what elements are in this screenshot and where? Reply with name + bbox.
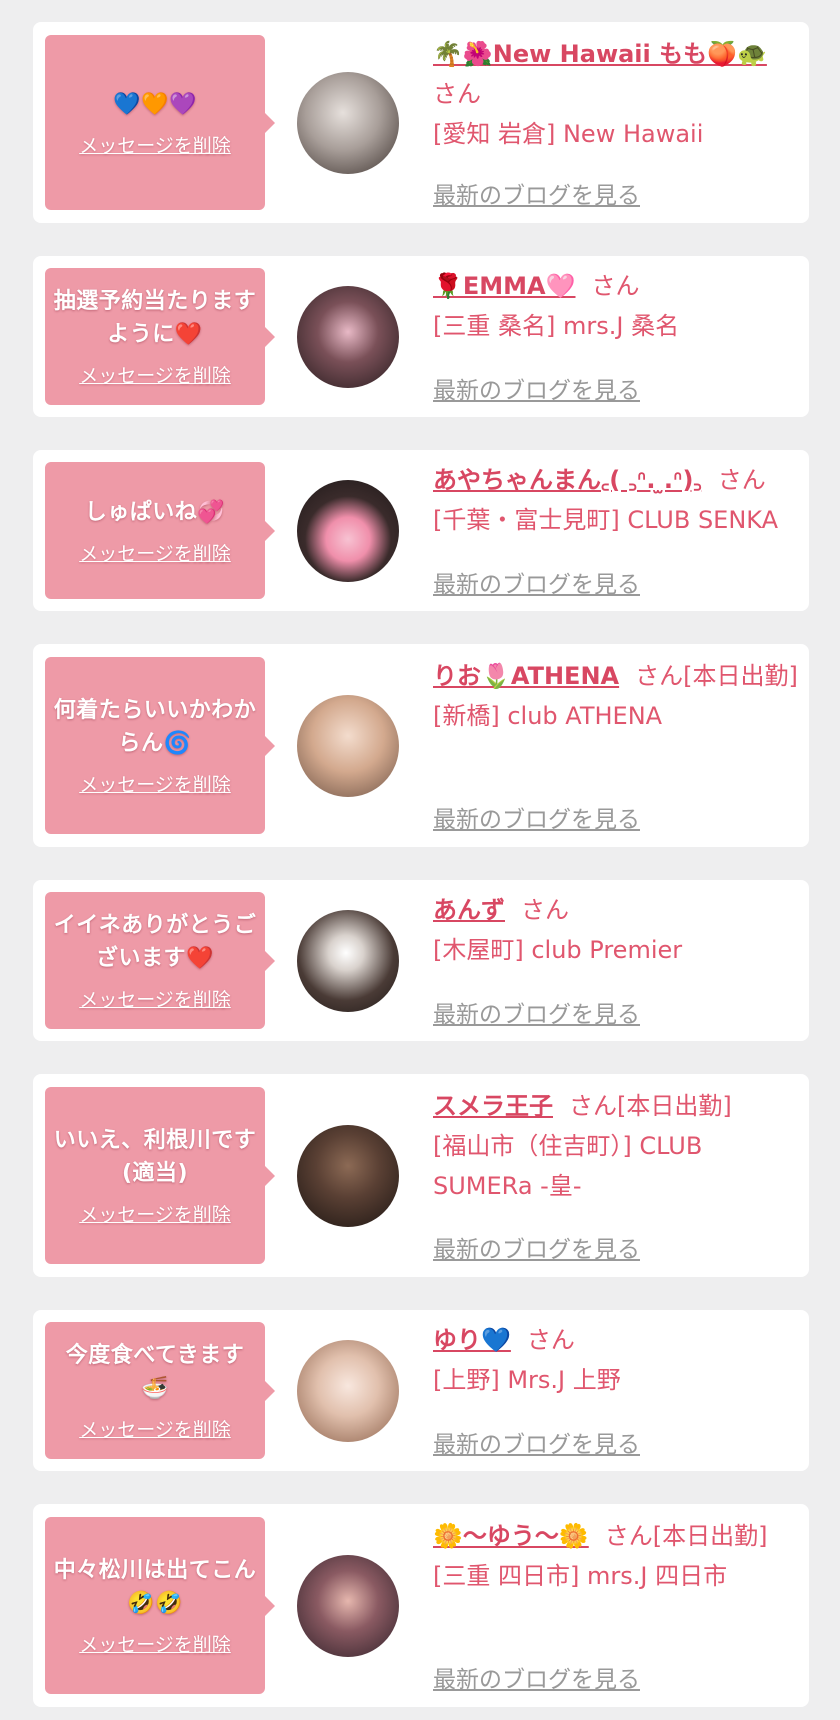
shop-location: [上野] Mrs.J 上野: [433, 1366, 621, 1394]
profile-name-link[interactable]: 🌼〜ゆう〜🌼: [433, 1522, 589, 1550]
name-suffix: さん: [591, 272, 640, 300]
name-suffix: さん[本日出勤]: [635, 662, 798, 690]
name-line: あやちゃんまん‪‪꜀( ꜆ᐢ. ̫.ᐢ)꜆ さん: [433, 460, 801, 500]
delete-message-link[interactable]: メッセージを削除: [79, 1415, 231, 1442]
profile-info: スメラ王子 さん[本日出勤] [福山市（住吉町）] CLUB SUMERa -皇-: [433, 1086, 801, 1206]
name-suffix: さん: [521, 896, 569, 924]
shop-location: [新橋] club ATHENA: [433, 702, 663, 730]
message-bubble: イイネありがとうございます❤️ メッセージを削除: [45, 892, 275, 1029]
latest-blog-link[interactable]: 最新のブログを見る: [433, 371, 640, 405]
delete-message-link[interactable]: メッセージを削除: [79, 770, 231, 797]
profile-name-link[interactable]: ゆり💙: [433, 1326, 511, 1354]
profile-info: 🌼〜ゆう〜🌼 さん[本日出勤] [三重 四日市] mrs.J 四日市: [433, 1516, 801, 1596]
message-card: イイネありがとうございます❤️ メッセージを削除 あんず さん [木屋町] clu…: [33, 880, 809, 1041]
message-text: 何着たらいいかわからん🌀: [53, 698, 257, 756]
name-suffix: さん: [717, 466, 766, 494]
message-bubble: 中々松川は出てこん🤣🤣 メッセージを削除: [45, 1517, 275, 1694]
latest-blog-link[interactable]: 最新のブログを見る: [433, 1425, 640, 1459]
profile-name-link[interactable]: 🌴🌺New Hawaii もも🍑🐢: [433, 40, 767, 68]
name-suffix: さん[本日出勤]: [569, 1092, 732, 1120]
avatar[interactable]: [297, 695, 399, 797]
delete-message-link[interactable]: メッセージを削除: [79, 1630, 231, 1657]
avatar[interactable]: [297, 1125, 399, 1227]
profile-info: 🌴🌺New Hawaii もも🍑🐢 さん [愛知 岩倉] New Hawaii: [433, 34, 801, 154]
latest-blog-link[interactable]: 最新のブログを見る: [433, 1230, 640, 1264]
profile-info: ゆり💙 さん [上野] Mrs.J 上野: [433, 1320, 801, 1400]
latest-blog-link[interactable]: 最新のブログを見る: [433, 1660, 640, 1694]
message-card: しゅぱいね💞 メッセージを削除 あやちゃんまん‪‪꜀( ꜆ᐢ. ̫.ᐢ)꜆ さん …: [33, 450, 809, 611]
shop-location: [愛知 岩倉] New Hawaii: [433, 120, 704, 148]
message-bubble: しゅぱいね💞 メッセージを削除: [45, 462, 275, 599]
profile-info: りお🌷ATHENA さん[本日出勤] [新橋] club ATHENA: [433, 656, 801, 736]
profile-name-link[interactable]: 🌹EMMA🩷: [433, 272, 576, 300]
avatar[interactable]: [297, 910, 399, 1012]
message-text: イイネありがとうございます❤️: [53, 913, 257, 971]
latest-blog-link[interactable]: 最新のブログを見る: [433, 995, 640, 1029]
profile-info: 🌹EMMA🩷 さん [三重 桑名] mrs.J 桑名: [433, 266, 801, 346]
name-line: あんず さん: [433, 890, 801, 930]
profile-name-link[interactable]: あやちゃんまん‪‪꜀( ꜆ᐢ. ̫.ᐢ)꜆: [433, 466, 702, 494]
message-card: 中々松川は出てこん🤣🤣 メッセージを削除 🌼〜ゆう〜🌼 さん[本日出勤] [三重 …: [33, 1504, 809, 1707]
name-suffix: さん: [526, 1326, 575, 1354]
name-line: ゆり💙 さん: [433, 1320, 801, 1360]
delete-message-link[interactable]: メッセージを削除: [79, 1200, 231, 1227]
profile-info: あやちゃんまん‪‪꜀( ꜆ᐢ. ̫.ᐢ)꜆ さん [千葉・富士見町] CLUB S…: [433, 460, 801, 540]
message-card: 抽選予約当たりますように❤️ メッセージを削除 🌹EMMA🩷 さん [三重 桑名]…: [33, 256, 809, 417]
name-line: 🌼〜ゆう〜🌼 さん[本日出勤]: [433, 1516, 801, 1556]
delete-message-link[interactable]: メッセージを削除: [79, 131, 231, 158]
message-text: 💙🧡💜: [113, 91, 197, 117]
name-line: スメラ王子 さん[本日出勤]: [433, 1086, 801, 1126]
delete-message-link[interactable]: メッセージを削除: [79, 539, 231, 566]
message-text: 今度食べてきます🍜: [65, 1343, 245, 1401]
message-bubble: 抽選予約当たりますように❤️ メッセージを削除: [45, 268, 275, 405]
message-card: 💙🧡💜 メッセージを削除 🌴🌺New Hawaii もも🍑🐢 さん [愛知 岩倉…: [33, 22, 809, 223]
avatar[interactable]: [297, 1555, 399, 1657]
message-text: 抽選予約当たりますように❤️: [53, 289, 257, 347]
name-line: 🌴🌺New Hawaii もも🍑🐢 さん: [433, 34, 801, 114]
delete-message-link[interactable]: メッセージを削除: [79, 985, 231, 1012]
shop-location: [千葉・富士見町] CLUB SENKA: [433, 506, 779, 534]
message-text: 中々松川は出てこん🤣🤣: [53, 1558, 257, 1616]
shop-location: [福山市（住吉町）] CLUB SUMERa -皇-: [433, 1132, 703, 1200]
profile-name-link[interactable]: あんず: [433, 896, 505, 924]
name-line: りお🌷ATHENA さん[本日出勤]: [433, 656, 801, 696]
profile-name-link[interactable]: スメラ王子: [433, 1092, 553, 1120]
avatar[interactable]: [297, 480, 399, 582]
avatar[interactable]: [297, 1340, 399, 1442]
message-card: 今度食べてきます🍜 メッセージを削除 ゆり💙 さん [上野] Mrs.J 上野 最…: [33, 1310, 809, 1471]
shop-location: [三重 桑名] mrs.J 桑名: [433, 312, 680, 340]
avatar[interactable]: [297, 72, 399, 174]
shop-location: [三重 四日市] mrs.J 四日市: [433, 1562, 728, 1590]
message-bubble: いいえ、利根川です(適当) メッセージを削除: [45, 1087, 275, 1264]
profile-info: あんず さん [木屋町] club Premier: [433, 890, 801, 970]
message-card: いいえ、利根川です(適当) メッセージを削除 スメラ王子 さん[本日出勤] [福山…: [33, 1074, 809, 1277]
latest-blog-link[interactable]: 最新のブログを見る: [433, 800, 640, 834]
name-line: 🌹EMMA🩷 さん: [433, 266, 801, 306]
avatar[interactable]: [297, 286, 399, 388]
shop-location: [木屋町] club Premier: [433, 936, 683, 964]
name-suffix: さん[本日出勤]: [604, 1522, 768, 1550]
delete-message-link[interactable]: メッセージを削除: [79, 361, 231, 388]
message-bubble: 何着たらいいかわからん🌀 メッセージを削除: [45, 657, 275, 834]
message-text: しゅぱいね💞: [84, 499, 226, 525]
message-card: 何着たらいいかわからん🌀 メッセージを削除 りお🌷ATHENA さん[本日出勤] …: [33, 644, 809, 847]
message-bubble: 💙🧡💜 メッセージを削除: [45, 35, 275, 210]
message-bubble: 今度食べてきます🍜 メッセージを削除: [45, 1322, 275, 1459]
name-suffix: さん: [433, 80, 481, 108]
message-text: いいえ、利根川です(適当): [53, 1128, 257, 1186]
latest-blog-link[interactable]: 最新のブログを見る: [433, 176, 640, 210]
latest-blog-link[interactable]: 最新のブログを見る: [433, 565, 640, 599]
profile-name-link[interactable]: りお🌷ATHENA: [433, 662, 619, 690]
